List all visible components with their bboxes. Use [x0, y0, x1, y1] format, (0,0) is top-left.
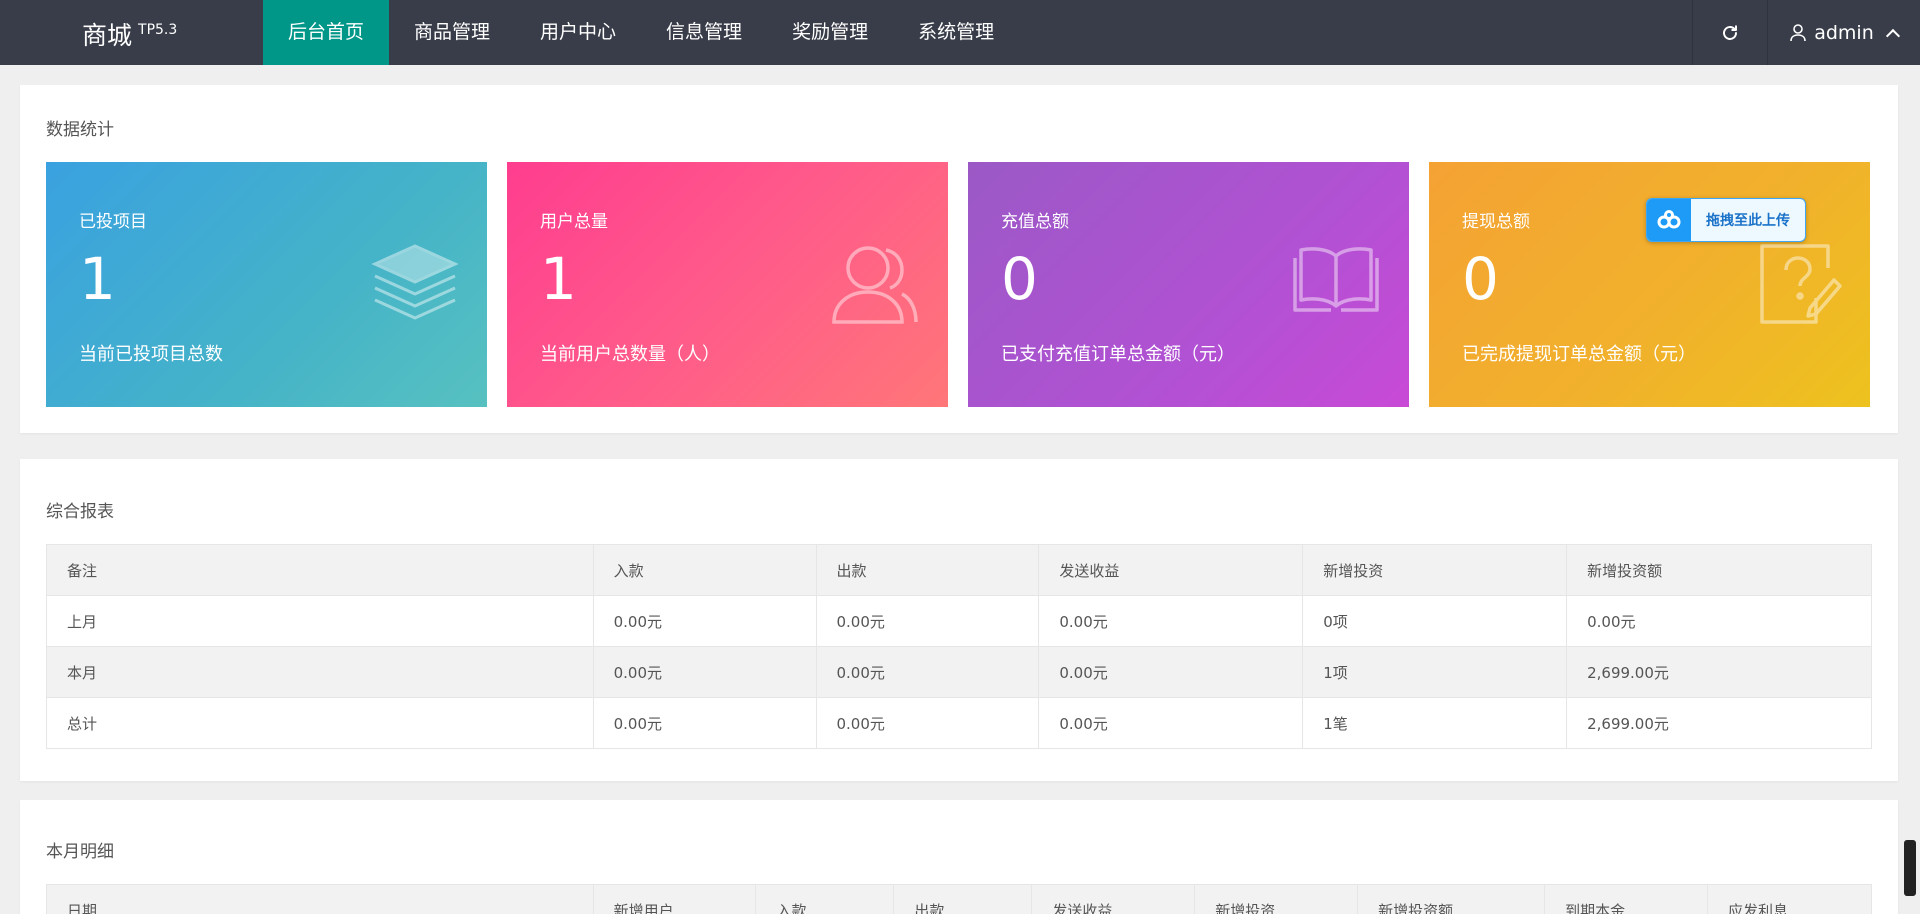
main-nav: 后台首页 商品管理 用户中心 信息管理 奖励管理 系统管理 — [263, 0, 1019, 65]
column-header: 新增投资额 — [1357, 884, 1546, 914]
table-cell: 1项 — [1302, 646, 1568, 698]
stat-card-desc: 当前已投项目总数 — [79, 344, 223, 365]
refresh-button[interactable] — [1692, 0, 1767, 65]
table-cell: 0.00元 — [1038, 595, 1304, 647]
column-header: 日期 — [46, 884, 594, 914]
table-cell: 0.00元 — [815, 595, 1040, 647]
scrollbar-thumb[interactable] — [1904, 840, 1916, 896]
table-cell: 本月 — [46, 646, 594, 698]
stats-title: 数据统计 — [46, 120, 114, 140]
table-cell: 0.00元 — [592, 697, 817, 749]
stat-card-value: 0 — [1462, 245, 1499, 313]
column-header: 新增投资 — [1302, 544, 1568, 596]
nav-item-users[interactable]: 用户中心 — [515, 0, 641, 65]
table-cell: 0.00元 — [815, 646, 1040, 698]
users-icon — [832, 246, 918, 324]
stat-card-desc: 已支付充值订单总金额（元） — [1001, 344, 1235, 365]
column-header: 新增用户 — [592, 884, 757, 914]
upload-badge-label: 拖拽至此上传 — [1706, 213, 1790, 229]
nav-item-home[interactable]: 后台首页 — [263, 0, 390, 65]
table-header-row: 日期 新增用户 入款 出款 发送收益 新增投资 新增投资额 到期本金 应发利息 — [46, 884, 1872, 914]
table-cell: 1笔 — [1302, 697, 1568, 749]
stat-card-users[interactable]: 用户总量 1 当前用户总数量（人） — [507, 162, 948, 407]
column-header: 到期本金 — [1544, 884, 1709, 914]
baidu-cloud-icon — [1647, 199, 1691, 241]
stat-card-recharge[interactable]: 充值总额 0 已支付充值订单总金额（元） — [968, 162, 1409, 407]
app-logo[interactable]: 商城 TP5.3 — [82, 16, 177, 52]
table-cell: 总计 — [46, 697, 594, 749]
monthly-title: 本月明细 — [46, 842, 114, 862]
edit-question-icon — [1760, 244, 1842, 324]
nav-item-products[interactable]: 商品管理 — [389, 0, 515, 65]
column-header: 新增投资额 — [1566, 544, 1872, 596]
report-table: 备注 入款 出款 发送收益 新增投资 新增投资额 上月 0.00元 0.00元 … — [46, 544, 1872, 749]
nav-item-rewards[interactable]: 奖励管理 — [767, 0, 893, 65]
user-icon — [1790, 23, 1807, 41]
column-header: 发送收益 — [1031, 884, 1196, 914]
column-header: 出款 — [815, 544, 1040, 596]
stat-card-desc: 当前用户总数量（人） — [540, 344, 720, 365]
stat-card-title: 已投项目 — [79, 212, 147, 232]
stat-card-value: 0 — [1001, 245, 1038, 313]
column-header: 发送收益 — [1038, 544, 1304, 596]
column-header: 备注 — [46, 544, 594, 596]
drag-upload-badge[interactable]: 拖拽至此上传 — [1646, 198, 1806, 242]
user-menu[interactable]: admin — [1767, 0, 1920, 65]
monthly-table: 日期 新增用户 入款 出款 发送收益 新增投资 新增投资额 到期本金 应发利息 — [46, 884, 1872, 914]
stat-card-title: 充值总额 — [1001, 212, 1069, 232]
table-cell: 0.00元 — [592, 646, 817, 698]
top-navbar: 商城 TP5.3 后台首页 商品管理 用户中心 信息管理 奖励管理 系统管理 ad… — [0, 0, 1920, 65]
table-header-row: 备注 入款 出款 发送收益 新增投资 新增投资额 — [46, 544, 1872, 596]
table-cell: 0.00元 — [1566, 595, 1872, 647]
table-cell: 2,699.00元 — [1566, 697, 1872, 749]
chevron-up-icon — [1885, 28, 1900, 43]
table-cell: 0.00元 — [592, 595, 817, 647]
column-header: 应发利息 — [1707, 884, 1872, 914]
stats-panel: 数据统计 已投项目 1 当前已投项目总数 用户总量 1 当前用户总数量（人） 充… — [20, 85, 1898, 433]
refresh-icon — [1723, 24, 1737, 40]
stat-card-title: 用户总量 — [540, 212, 608, 232]
user-name: admin — [1814, 21, 1874, 44]
table-cell: 2,699.00元 — [1566, 646, 1872, 698]
table-cell: 0项 — [1302, 595, 1568, 647]
layers-icon — [371, 244, 459, 320]
table-row: 本月 0.00元 0.00元 0.00元 1项 2,699.00元 — [46, 646, 1872, 698]
report-title: 综合报表 — [46, 502, 114, 522]
column-header: 新增投资 — [1194, 884, 1359, 914]
nav-item-info[interactable]: 信息管理 — [641, 0, 767, 65]
monthly-panel: 本月明细 日期 新增用户 入款 出款 发送收益 新增投资 新增投资额 到期本金 … — [20, 800, 1898, 914]
app-name: 商城 — [82, 21, 133, 50]
stat-card-value: 1 — [540, 245, 577, 313]
stat-card-title: 提现总额 — [1462, 212, 1530, 232]
nav-item-system[interactable]: 系统管理 — [893, 0, 1019, 65]
top-right-tools: admin — [1692, 0, 1920, 65]
stat-card-value: 1 — [79, 245, 116, 313]
app-version: TP5.3 — [138, 22, 178, 38]
table-cell: 0.00元 — [1038, 697, 1304, 749]
report-panel: 综合报表 备注 入款 出款 发送收益 新增投资 新增投资额 上月 0.00元 0… — [20, 459, 1898, 781]
table-cell: 0.00元 — [1038, 646, 1304, 698]
table-cell: 0.00元 — [815, 697, 1040, 749]
column-header: 入款 — [592, 544, 817, 596]
book-icon — [1293, 247, 1379, 312]
stat-card-desc: 已完成提现订单总金额（元） — [1462, 344, 1696, 365]
table-cell: 上月 — [46, 595, 594, 647]
table-row: 上月 0.00元 0.00元 0.00元 0项 0.00元 — [46, 595, 1872, 647]
column-header: 入款 — [755, 884, 895, 914]
table-row: 总计 0.00元 0.00元 0.00元 1笔 2,699.00元 — [46, 697, 1872, 749]
stat-card-projects[interactable]: 已投项目 1 当前已投项目总数 — [46, 162, 487, 407]
column-header: 出款 — [893, 884, 1033, 914]
